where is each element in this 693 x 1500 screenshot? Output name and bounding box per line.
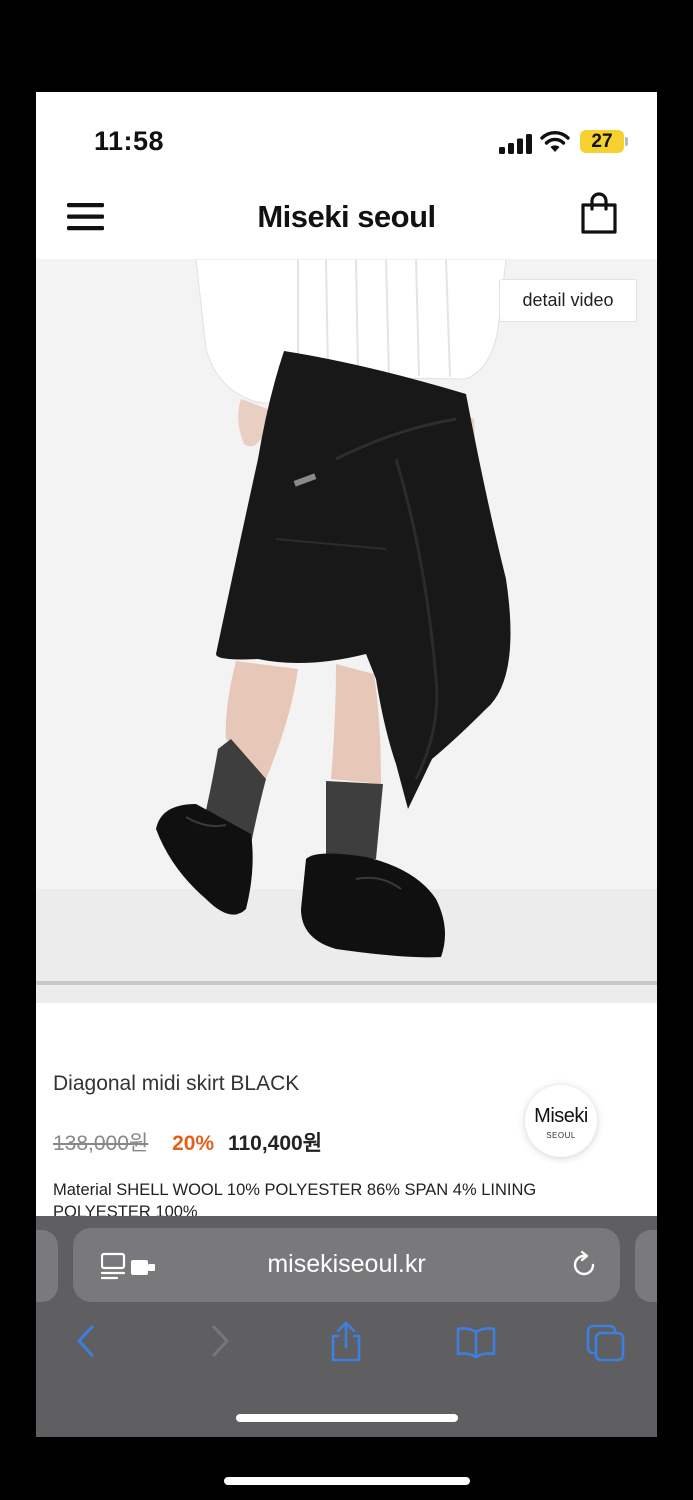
share-icon[interactable] xyxy=(326,1320,366,1362)
original-price: 138,000원 xyxy=(53,1132,149,1155)
wifi-icon xyxy=(540,131,570,152)
hamburger-menu-icon[interactable] xyxy=(66,200,106,234)
address-bar[interactable]: misekiseoul.kr xyxy=(73,1228,620,1302)
brand-logo[interactable]: Miseki seoul xyxy=(36,199,657,235)
status-bar: 11:58 27 xyxy=(36,92,657,187)
home-indicator xyxy=(236,1414,458,1422)
floating-brand-sub: SEOUL xyxy=(546,1131,576,1140)
battery-tip xyxy=(625,137,628,146)
phone-screen: 11:58 27 Miseki seoul detail video Diago… xyxy=(36,92,657,1437)
status-time: 11:58 xyxy=(94,126,165,156)
tabs-icon[interactable] xyxy=(586,1320,626,1362)
price-row: 138,000원 20% 110,400원 xyxy=(53,1127,322,1157)
battery-indicator: 27 xyxy=(580,130,624,153)
shopping-bag-icon[interactable] xyxy=(579,191,619,235)
previous-tab-peek[interactable] xyxy=(36,1230,58,1302)
discount-rate: 20% xyxy=(172,1132,215,1155)
cellular-signal-icon xyxy=(499,134,532,154)
product-info: Diagonal midi skirt BLACK 138,000원 20% 1… xyxy=(36,1003,657,1221)
outer-home-indicator xyxy=(224,1477,470,1485)
sale-price: 110,400원 xyxy=(227,1132,323,1155)
page-settings-icon[interactable] xyxy=(101,1252,163,1280)
detail-video-button[interactable]: detail video xyxy=(499,279,637,322)
browser-bottom-bar: misekiseoul.kr xyxy=(36,1216,657,1437)
floating-brand-button[interactable]: Miseki SEOUL xyxy=(525,1085,597,1157)
back-icon[interactable] xyxy=(68,1320,108,1362)
forward-icon[interactable] xyxy=(198,1320,238,1362)
next-tab-peek[interactable] xyxy=(635,1230,657,1302)
product-title: Diagonal midi skirt BLACK xyxy=(53,1072,300,1095)
product-photo-illustration xyxy=(36,259,657,1003)
reload-icon[interactable] xyxy=(569,1250,599,1280)
site-header: Miseki seoul xyxy=(36,187,657,259)
bookmarks-icon[interactable] xyxy=(456,1320,496,1362)
floating-brand-name: Miseki xyxy=(534,1105,588,1127)
product-image[interactable] xyxy=(36,259,657,1003)
